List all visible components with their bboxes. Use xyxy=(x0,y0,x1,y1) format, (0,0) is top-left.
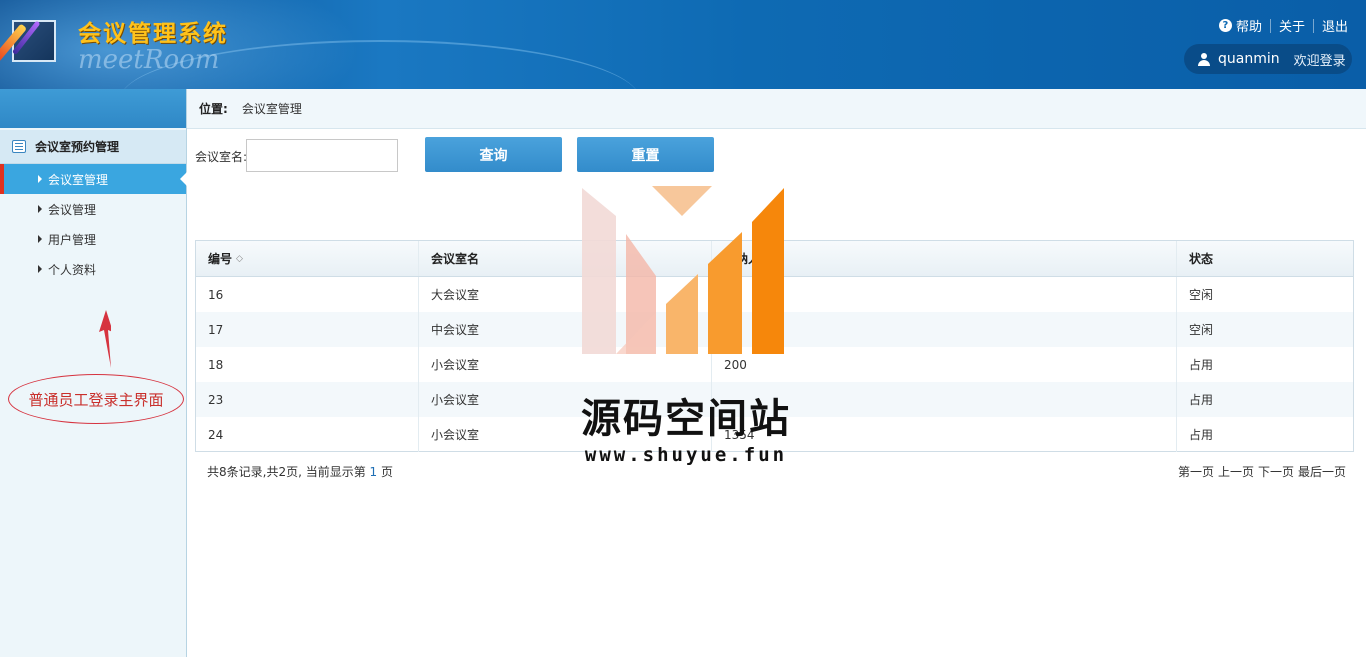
first-page-link[interactable]: 第一页 xyxy=(1178,463,1214,480)
cell-id: 17 xyxy=(196,312,419,347)
sidebar-item-label: 会议室管理 xyxy=(48,172,109,187)
cell-capacity xyxy=(712,382,1177,417)
cell-id: 16 xyxy=(196,277,419,312)
sort-icon[interactable]: ◇ xyxy=(236,254,243,264)
username: quanmin xyxy=(1218,51,1280,67)
sidebar-item-user-management[interactable]: 用户管理 xyxy=(0,224,186,254)
cell-name: 小会议室 xyxy=(419,347,712,382)
app-header: 会议管理系统 meetRoom ? 帮助 关于 退出 quanmin 欢迎登录 xyxy=(0,0,1366,89)
table-header: 编号 ◇ 会议室名 容纳人数 状态 xyxy=(196,241,1353,277)
cell-id: 24 xyxy=(196,417,419,452)
cell-status: 占用 xyxy=(1189,358,1214,372)
room-name-input[interactable] xyxy=(246,139,398,172)
column-header-label: 编号 xyxy=(208,252,233,266)
caret-right-icon xyxy=(38,235,42,243)
sidebar-item-label: 会议管理 xyxy=(48,202,97,217)
room-name-label: 会议室名: xyxy=(195,150,248,164)
cell-name: 中会议室 xyxy=(419,312,712,347)
record-info-prefix: 共8条记录,共2页, 当前显示第 xyxy=(207,465,366,479)
sidebar-group-label: 会议室预约管理 xyxy=(35,140,120,154)
sidebar-item-label: 个人资料 xyxy=(48,262,97,277)
app-subtitle: meetRoom xyxy=(78,45,220,75)
pagination: 第一页 上一页 下一页 最后一页 xyxy=(1178,463,1346,480)
query-button[interactable]: 查询 xyxy=(425,137,562,172)
app-logo-icon xyxy=(0,20,56,63)
breadcrumb-current: 会议室管理 xyxy=(241,102,302,116)
cell-status: 占用 xyxy=(1189,428,1214,442)
column-header-name: 会议室名 xyxy=(419,241,712,276)
cell-id: 18 xyxy=(196,347,419,382)
sidebar-band xyxy=(0,89,186,128)
table-row[interactable]: 17 中会议室 22 空闲 xyxy=(196,312,1353,347)
sidebar-item-room-management[interactable]: 会议室管理 xyxy=(0,164,187,194)
prev-page-link[interactable]: 上一页 xyxy=(1218,463,1254,480)
breadcrumb-label: 位置: xyxy=(199,102,228,116)
cell-name: 小会议室 xyxy=(419,382,712,417)
cell-capacity: 50 xyxy=(712,277,1177,312)
link-divider xyxy=(1312,18,1314,33)
cell-capacity: 1354 xyxy=(712,417,1177,452)
welcome-text: 欢迎登录 xyxy=(1293,53,1346,69)
room-table: 编号 ◇ 会议室名 容纳人数 状态 16 大会议室 50 空闲 17 中会议室 … xyxy=(195,240,1354,452)
cell-name: 小会议室 xyxy=(419,417,712,452)
column-header-capacity: 容纳人数 xyxy=(712,241,1177,276)
table-row[interactable]: 18 小会议室 200 占用 xyxy=(196,347,1353,382)
sidebar: 会议室预约管理 会议室管理 会议管理 用户管理 个人资料 xyxy=(0,89,187,657)
cell-id: 23 xyxy=(196,382,419,417)
table-row[interactable]: 24 小会议室 1354 占用 xyxy=(196,417,1353,452)
cell-status: 占用 xyxy=(1189,393,1214,407)
help-icon[interactable]: ? xyxy=(1218,19,1232,32)
cell-status: 空闲 xyxy=(1189,323,1214,337)
current-page-number: 1 xyxy=(369,465,378,479)
link-divider xyxy=(1269,18,1271,33)
record-info: 共8条记录,共2页, 当前显示第 1 页 xyxy=(207,463,393,480)
last-page-link[interactable]: 最后一页 xyxy=(1298,463,1346,480)
table-row[interactable]: 23 小会议室 占用 xyxy=(196,382,1353,417)
cell-capacity: 200 xyxy=(712,347,1177,382)
user-info: quanmin 欢迎登录 xyxy=(1184,44,1352,74)
cell-name: 大会议室 xyxy=(419,277,712,312)
column-header-status: 状态 xyxy=(1189,252,1214,266)
logout-link[interactable]: 退出 xyxy=(1322,16,1348,35)
caret-right-icon xyxy=(38,175,42,183)
annotation-arrow-icon xyxy=(99,310,111,368)
next-page-link[interactable]: 下一页 xyxy=(1258,463,1294,480)
reset-button[interactable]: 重置 xyxy=(577,137,714,172)
app-title: 会议管理系统 xyxy=(78,21,228,47)
annotation-label: 普通员工登录主界面 xyxy=(8,374,184,424)
help-link[interactable]: 帮助 xyxy=(1236,16,1262,35)
sidebar-item-label: 用户管理 xyxy=(48,232,97,247)
sidebar-item-profile[interactable]: 个人资料 xyxy=(0,254,186,284)
column-header-id[interactable]: 编号 ◇ xyxy=(196,241,419,276)
table-row[interactable]: 16 大会议室 50 空闲 xyxy=(196,277,1353,312)
top-links: ? 帮助 关于 退出 xyxy=(1218,16,1348,35)
sidebar-group-reservation[interactable]: 会议室预约管理 xyxy=(0,130,186,164)
cell-status: 空闲 xyxy=(1189,288,1214,302)
cell-capacity: 22 xyxy=(712,312,1177,347)
caret-right-icon xyxy=(38,205,42,213)
list-icon xyxy=(12,140,26,153)
about-link[interactable]: 关于 xyxy=(1279,16,1305,35)
sidebar-item-meeting-management[interactable]: 会议管理 xyxy=(0,194,186,224)
breadcrumb: 位置: 会议室管理 xyxy=(187,89,1366,129)
user-icon xyxy=(1198,52,1210,66)
caret-right-icon xyxy=(38,265,42,273)
record-info-suffix: 页 xyxy=(381,465,394,479)
